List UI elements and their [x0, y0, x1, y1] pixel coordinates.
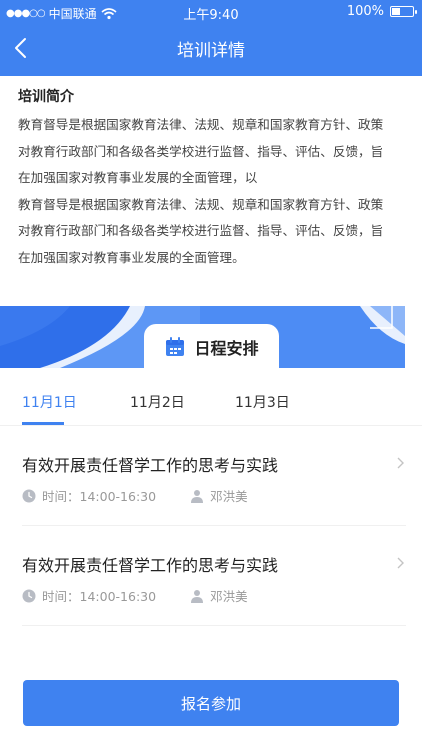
intro-line: 在加强国家对教育事业发展的全面管理。 [18, 249, 245, 265]
intro-line: 在加强国家对教育事业发展的全面管理，以 [18, 170, 258, 185]
intro-line: 教育督导是根据国家教育法律、法规、规章和国家教育方针、政策 [18, 196, 384, 212]
session-item[interactable]: 有效开展责任督学工作的思考与实践 时间：14:00-16:30 邓洪美 [22, 426, 406, 526]
page-title: 培训详情 [177, 41, 245, 61]
session-time-text: 时间：14:00-16:30 [42, 489, 157, 504]
session-title: 有效开展责任督学工作的思考与实践 [22, 456, 279, 475]
intro-line: 对教育行政部门和各级各类学校进行监督、指导、评估、反馈，旨 [18, 143, 384, 159]
schedule-header: 日程安排 [144, 324, 279, 370]
session-title: 有效开展责任督学工作的思考与实践 [22, 556, 279, 575]
session-speaker: 邓洪美 [190, 586, 248, 605]
intro-line: 对教育行政部门和各级各类学校进行监督、指导、评估、反馈，旨 [18, 223, 384, 238]
clock-icon [22, 489, 36, 502]
date-tabs: 11月1日 11月2日 11月3日 [0, 380, 422, 426]
chevron-right-icon [397, 457, 404, 469]
status-bar: ●●●○○ 中国联通 上午9:40 100% [0, 0, 422, 24]
person-icon [191, 489, 204, 503]
intro-text: 教育督导是根据国家教育法律、法规、规章和国家教育方针、政策 对教育行政部门和各级… [18, 112, 410, 271]
chevron-right-icon [397, 557, 404, 569]
schedule-label: 日程安排 [194, 339, 259, 358]
intro-heading: 培训简介 [18, 89, 74, 105]
signup-button[interactable]: 报名参加 [23, 680, 399, 726]
active-tab-indicator [22, 422, 64, 425]
status-right: 100% [346, 4, 417, 19]
tab-nov-3[interactable]: 11月3日 [235, 392, 290, 412]
intro-section: 培训简介 教育督导是根据国家教育法律、法规、规章和国家教育方针、政策 对教育行政… [18, 86, 410, 271]
session-meta: 时间：14:00-16:30 邓洪美 [22, 486, 248, 505]
header: ●●●○○ 中国联通 上午9:40 100% 培训详情 [0, 0, 422, 76]
session-speaker-name: 邓洪美 [210, 589, 248, 604]
session-speaker-name: 邓洪美 [210, 489, 248, 504]
session-item[interactable]: 有效开展责任督学工作的思考与实践 时间：14:00-16:30 邓洪美 [22, 526, 406, 626]
session-time: 时间：14:00-16:30 [22, 586, 156, 605]
session-time: 时间：14:00-16:30 [22, 486, 156, 505]
tab-nov-1[interactable]: 11月1日 [22, 392, 77, 412]
session-meta: 时间：14:00-16:30 邓洪美 [22, 586, 248, 605]
calendar-icon [166, 337, 185, 356]
clock-icon [22, 589, 36, 602]
battery-percent: 100% [346, 4, 384, 19]
session-time-text: 时间：14:00-16:30 [42, 589, 157, 604]
intro-line: 教育督导是根据国家教育法律、法规、规章和国家教育方针、政策 [18, 117, 384, 132]
battery-icon [390, 6, 417, 17]
tab-nov-2[interactable]: 11月2日 [130, 392, 185, 412]
session-speaker: 邓洪美 [190, 486, 248, 505]
session-list: 有效开展责任督学工作的思考与实践 时间：14:00-16:30 邓洪美 有效开展… [22, 426, 406, 626]
person-icon [191, 589, 204, 603]
